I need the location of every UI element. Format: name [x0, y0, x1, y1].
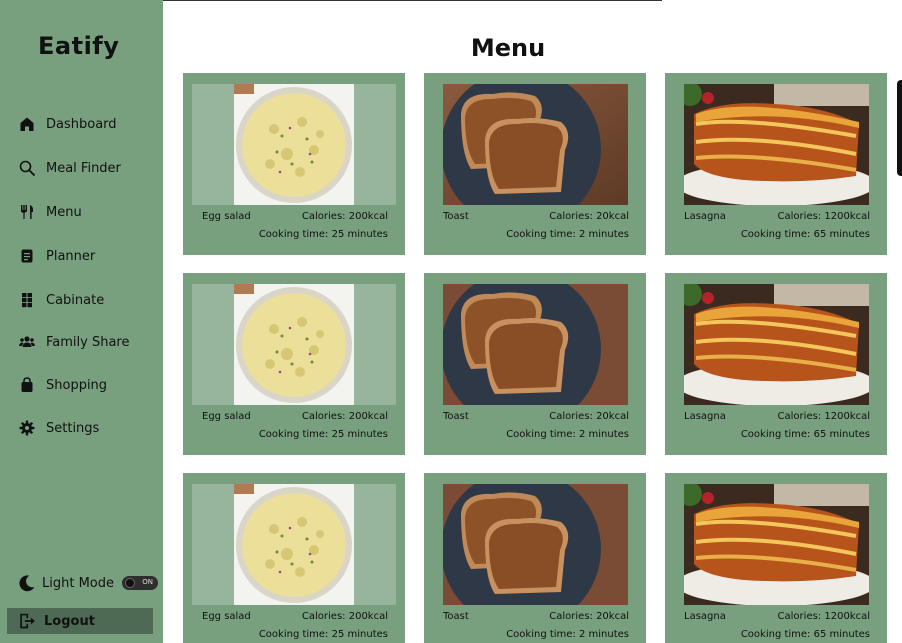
meal-name: Egg salad [202, 411, 251, 422]
moon-icon [18, 574, 36, 592]
meal-name: Lasagna [684, 411, 726, 422]
meal-card[interactable]: Toast Calories: 20kcal Cooking time: 2 m… [424, 73, 646, 255]
meal-calories: Calories: 1200kcal [777, 211, 870, 222]
meal-card[interactable]: Egg salad Calories: 200kcal Cooking time… [183, 473, 405, 643]
sidebar-item-label: Family Share [46, 334, 130, 350]
logout-button[interactable]: Logout [7, 608, 153, 634]
meal-cooking-time: Cooking time: 2 minutes [506, 429, 629, 440]
meal-name: Egg salad [202, 611, 251, 622]
egg-salad-photo [192, 84, 396, 205]
toast-photo [433, 84, 637, 205]
app-window: Eatify Dashboard Meal Finder Menu Planne… [0, 0, 902, 643]
sidebar-item-label: Dashboard [46, 116, 117, 132]
meal-card[interactable]: Lasagna Calories: 1200kcal Cooking time:… [665, 73, 887, 255]
lasagna-photo [674, 484, 878, 605]
sidebar-item-shopping[interactable]: Shopping [18, 373, 107, 397]
sidebar-item-dashboard[interactable]: Dashboard [18, 112, 117, 136]
meal-calories: Calories: 20kcal [549, 611, 629, 622]
app-logo: Eatify [38, 32, 120, 60]
sidebar-item-settings[interactable]: Settings [18, 416, 99, 440]
toggle-knob [125, 578, 135, 588]
meal-name: Lasagna [684, 211, 726, 222]
meal-cooking-time: Cooking time: 65 minutes [740, 229, 870, 240]
lasagna-photo [674, 284, 878, 405]
meal-calories: Calories: 20kcal [549, 211, 629, 222]
meal-calories: Calories: 1200kcal [777, 411, 870, 422]
meal-calories: Calories: 200kcal [301, 611, 388, 622]
utensils-icon [18, 203, 36, 221]
meal-calories: Calories: 20kcal [549, 411, 629, 422]
sidebar-item-label: Menu [46, 204, 82, 220]
meal-calories: Calories: 200kcal [301, 411, 388, 422]
home-icon [18, 115, 36, 133]
sidebar-item-label: Cabinate [46, 292, 105, 308]
toggle-text: ON [142, 578, 153, 586]
meal-cooking-time: Cooking time: 25 minutes [258, 629, 388, 640]
meal-cooking-time: Cooking time: 2 minutes [506, 229, 629, 240]
planner-icon [18, 247, 36, 265]
sidebar-item-planner[interactable]: Planner [18, 244, 95, 268]
meal-name: Toast [443, 211, 469, 222]
logout-label: Logout [44, 613, 95, 629]
light-mode-row: Light Mode ON [18, 574, 158, 592]
gear-icon [18, 419, 36, 437]
sidebar-item-label: Shopping [46, 377, 108, 393]
lasagna-photo [674, 84, 878, 205]
shopping-bag-icon [18, 376, 36, 394]
cabinet-icon [18, 291, 36, 309]
users-icon [18, 333, 36, 351]
sidebar: Eatify Dashboard Meal Finder Menu Planne… [0, 0, 163, 643]
meal-name: Lasagna [684, 611, 726, 622]
sidebar-item-menu[interactable]: Menu [18, 200, 82, 224]
sidebar-item-label: Settings [46, 420, 100, 436]
search-icon [18, 159, 36, 177]
meal-cooking-time: Cooking time: 65 minutes [740, 429, 870, 440]
egg-salad-photo [192, 284, 396, 405]
sidebar-item-label: Meal Finder [46, 160, 121, 176]
light-mode-toggle[interactable]: ON [122, 576, 158, 590]
meal-card[interactable]: Toast Calories: 20kcal Cooking time: 2 m… [424, 473, 646, 643]
meal-card[interactable]: Egg salad Calories: 200kcal Cooking time… [183, 273, 405, 455]
egg-salad-photo [192, 484, 396, 605]
meal-card[interactable]: Toast Calories: 20kcal Cooking time: 2 m… [424, 273, 646, 455]
meal-name: Toast [443, 411, 469, 422]
logout-icon [18, 612, 36, 630]
meal-card[interactable]: Lasagna Calories: 1200kcal Cooking time:… [665, 273, 887, 455]
light-mode-label: Light Mode [42, 575, 114, 591]
meal-card[interactable]: Lasagna Calories: 1200kcal Cooking time:… [665, 473, 887, 643]
meal-cooking-time: Cooking time: 2 minutes [506, 629, 629, 640]
sidebar-item-cabinate[interactable]: Cabinate [18, 288, 104, 312]
meal-cooking-time: Cooking time: 65 minutes [740, 629, 870, 640]
toast-photo [433, 484, 637, 605]
toast-photo [433, 284, 637, 405]
sidebar-item-label: Planner [46, 248, 96, 264]
meal-card[interactable]: Egg salad Calories: 200kcal Cooking time… [183, 73, 405, 255]
scroll-tab[interactable] [897, 80, 902, 176]
page-title: Menu [470, 34, 546, 62]
meal-calories: Calories: 200kcal [301, 211, 388, 222]
meal-name: Egg salad [202, 211, 251, 222]
meal-cooking-time: Cooking time: 25 minutes [258, 229, 388, 240]
sidebar-item-family-share[interactable]: Family Share [18, 330, 129, 354]
sidebar-item-meal-finder[interactable]: Meal Finder [18, 156, 121, 180]
meal-cooking-time: Cooking time: 25 minutes [258, 429, 388, 440]
meal-calories: Calories: 1200kcal [777, 611, 870, 622]
meal-name: Toast [443, 611, 469, 622]
